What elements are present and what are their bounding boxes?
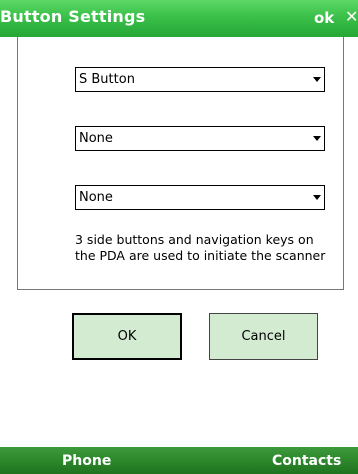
dropdown-arrow-icon	[313, 77, 321, 82]
title-bar: Button Settings ok ✕	[0, 0, 358, 37]
trigger-select-3-value: None	[79, 190, 113, 205]
trigger-select-2[interactable]: None	[75, 126, 325, 151]
ok-button[interactable]: OK	[72, 313, 182, 360]
softkey-phone[interactable]: Phone	[62, 453, 111, 469]
dropdown-arrow-icon	[313, 136, 321, 141]
softkey-bar: Phone Contacts	[0, 447, 358, 474]
title-ok-button[interactable]: ok	[314, 9, 334, 27]
cancel-button[interactable]: Cancel	[209, 313, 318, 360]
settings-description: 3 side buttons and navigation keys on th…	[75, 232, 326, 263]
dialog-screen: Button Settings ok ✕ S Button None None …	[0, 0, 358, 474]
trigger-select-1[interactable]: S Button	[75, 67, 325, 92]
trigger-select-3[interactable]: None	[75, 185, 325, 210]
trigger-select-1-value: S Button	[79, 72, 135, 87]
dialog-title: Button Settings	[0, 7, 146, 26]
close-icon[interactable]: ✕	[345, 7, 358, 26]
trigger-select-2-value: None	[79, 131, 113, 146]
dropdown-arrow-icon	[313, 195, 321, 200]
softkey-contacts[interactable]: Contacts	[272, 453, 341, 469]
